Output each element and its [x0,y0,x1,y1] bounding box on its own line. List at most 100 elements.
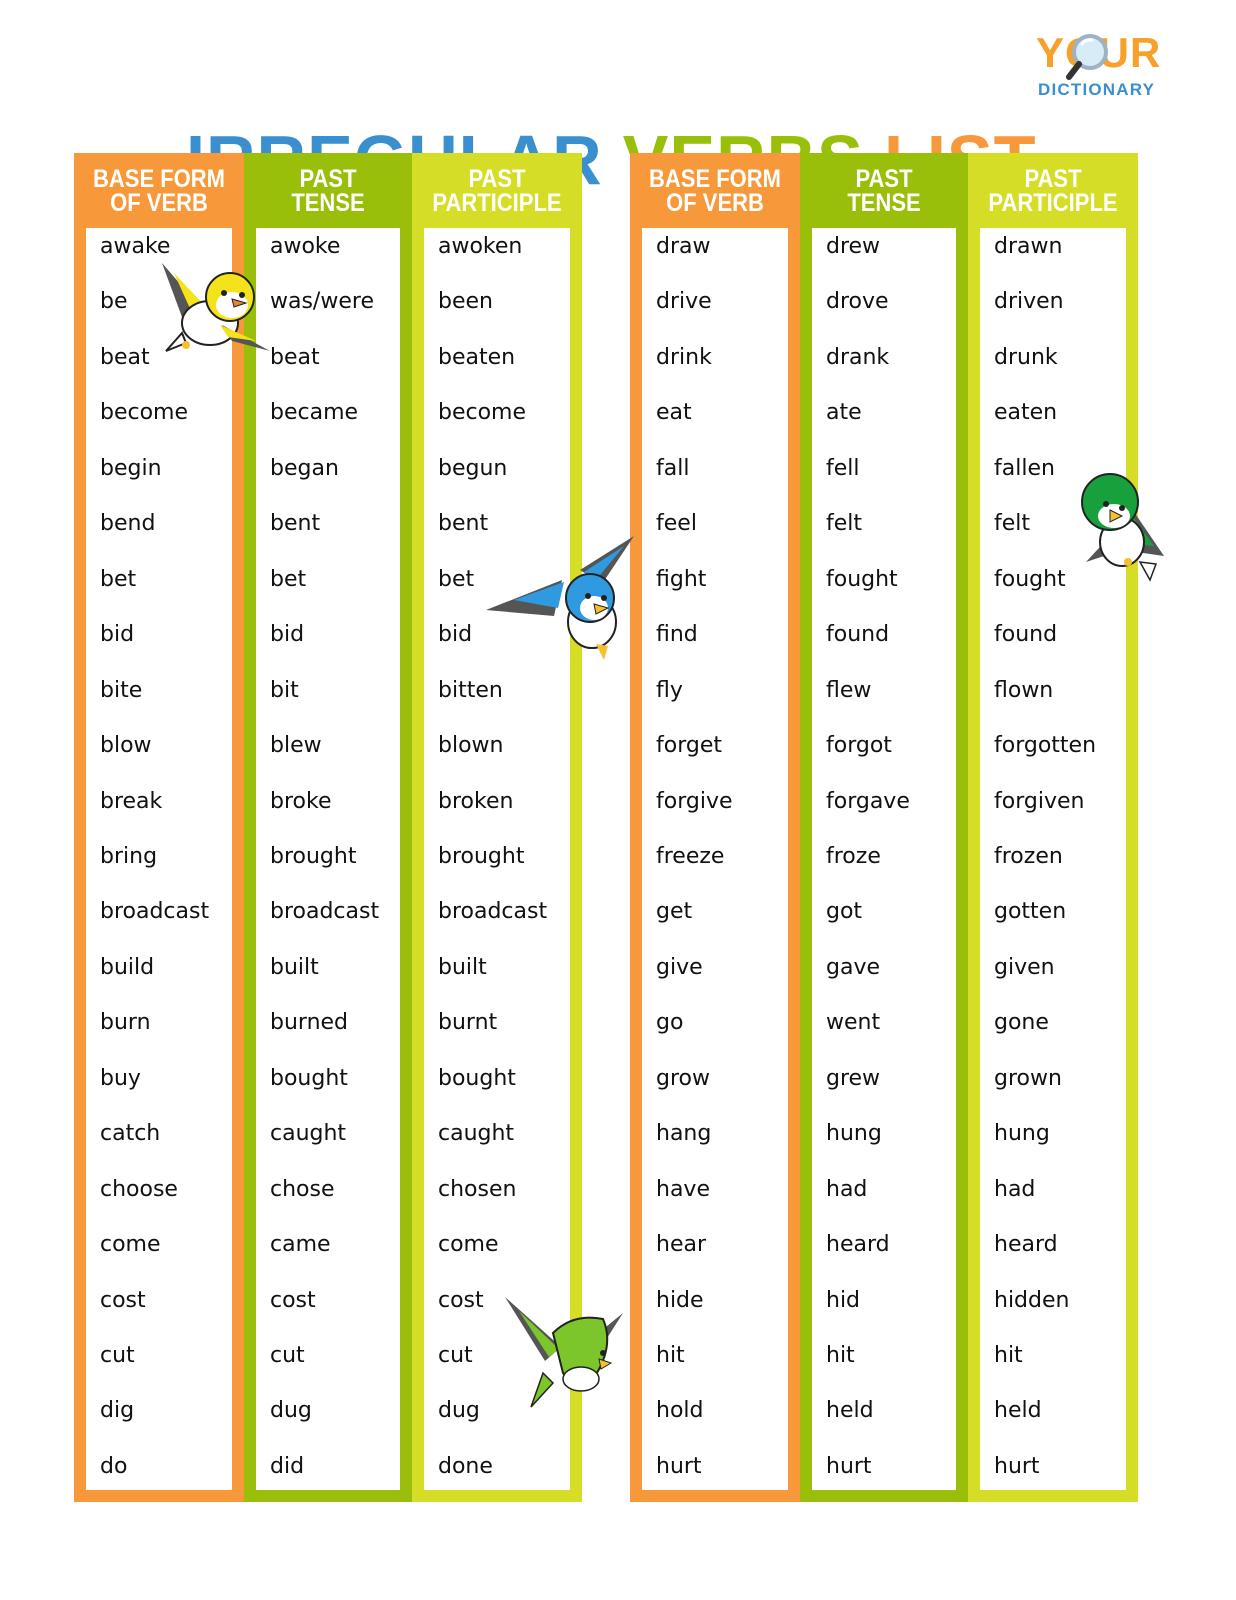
verb-cell-base: do [100,1453,128,1479]
verb-cell-past: bid [270,622,305,648]
column-past: PAST TENSE drew drove drank ate fell felt fough… [800,153,968,1502]
verb-cell-base: hit [656,1343,685,1368]
verb-cell-participle: bid [438,622,473,648]
verb-cell-participle: hung [994,1121,1050,1147]
verb-cell-participle: chosen [438,1176,517,1202]
verb-cell-base: give [656,954,703,980]
verb-cell-base: drink [656,344,712,370]
verb-cell-past: brought [270,843,357,869]
verb-cell-past: froze [826,843,881,869]
verb-cell-base: have [656,1176,710,1202]
verb-cell-past: broke [270,788,332,814]
verb-cell-base: freeze [656,843,725,869]
verb-cell-past: caught [270,1121,347,1147]
verb-cell-base: find [656,622,698,648]
verb-cell-base: hide [656,1287,704,1313]
verb-cell-participle: gone [994,1010,1049,1036]
verb-cell-participle: built [438,954,487,980]
verb-cell-past: ate [826,400,862,426]
verb-cell-base: build [100,954,155,980]
verb-cell-past: held [826,1398,874,1424]
column-header-base: BASE FORM OF VERB [93,165,225,217]
verb-cell-past: cost [270,1287,316,1313]
verb-cell-base: choose [100,1176,178,1202]
verb-cell-past: grew [826,1065,881,1091]
verb-cell-past: drank [826,344,890,370]
verb-cell-participle: bought [438,1065,516,1091]
verb-cell-participle: cut [438,1343,473,1368]
green-bird-icon [1081,473,1164,582]
verb-cell-participle: become [438,400,527,426]
verb-cell-participle: driven [994,289,1064,315]
verb-cell-base: go [656,1010,684,1036]
column-card-past: drew drove drank ate fell felt fought found flew… [812,228,956,1490]
verb-cell-past: chose [270,1176,335,1202]
verb-cell-past: forgave [826,788,910,814]
verb-cell-past: burned [270,1010,349,1036]
logo-text-dictionary: DICTIONARY [1038,80,1156,99]
verb-cell-base: feel [656,511,697,537]
verb-cell-base: hear [656,1232,707,1258]
verb-cell-base: hurt [656,1453,702,1479]
column-header-past: PAST TENSE [291,165,365,217]
verb-cell-base: forget [656,733,722,759]
verb-cell-participle: done [438,1453,493,1479]
verb-cell-past: fell [826,455,860,481]
verb-cell-participle: come [438,1232,499,1258]
verb-cell-base: bet [100,566,137,592]
yourdictionary-logo[interactable]: YOUR DICTIONARY [1036,30,1181,102]
column-card-past: awoke was/were beat became began bent bet bid bi… [256,228,400,1490]
blue-bird-icon [486,536,634,660]
verb-cell-past: got [826,899,863,925]
verb-cell-participle: broadcast [438,899,548,925]
verb-cell-participle: given [994,954,1055,980]
verb-cell-participle: burnt [438,1010,498,1036]
verb-cell-base: bend [100,511,156,537]
verb-cell-past: hung [826,1121,882,1147]
column-header-base: BASE FORM OF VERB [649,165,781,217]
column-header-participle: PAST PARTICIPLE [432,165,562,217]
column-base: BASE FORM OF VERB draw drive drink eat fall fe… [630,153,800,1502]
verb-cell-base: drive [656,289,712,315]
verb-cell-participle: frozen [994,843,1063,869]
verb-cell-past: felt [826,511,863,537]
column-header-participle: PAST PARTICIPLE [988,165,1118,217]
verb-cell-participle: beaten [438,344,516,370]
verb-cell-base: break [100,788,163,814]
verb-cell-past: drove [826,289,889,315]
verb-cell-base: hold [656,1398,704,1424]
verb-cell-participle: bet [438,566,475,592]
verb-cell-past: bet [270,566,307,592]
verb-cell-participle: bitten [438,677,503,703]
verb-cell-base: fight [656,566,707,592]
magnifier-icon [1066,34,1108,80]
verb-cell-past: became [270,400,359,426]
verb-cell-past: hit [826,1343,855,1368]
verb-cell-participle: fought [994,566,1066,592]
verb-table-right: BASE FORM OF VERB draw drive drink eat fall fe… [630,153,1138,1502]
verb-cell-participle: forgotten [994,733,1097,759]
verb-cell-participle: heard [994,1232,1058,1258]
verb-cell-participle: been [438,289,493,315]
verb-cell-base: bite [100,677,143,703]
column-card-base: draw drive drink eat fall feel fight find fly for… [642,228,788,1490]
verb-cell-past: bit [270,677,299,703]
verb-cell-past: broadcast [270,899,380,925]
verb-cell-base: buy [100,1065,141,1091]
verb-cell-past: forgot [826,733,892,759]
verb-cell-base: be [100,289,128,315]
verb-cell-past: went [826,1010,881,1036]
verb-cell-base: blow [100,733,152,759]
verb-cell-base: grow [656,1065,710,1091]
column-card-participle: drawn driven drunk eaten fallen felt fought fou… [980,228,1126,1490]
verb-cell-past: hurt [826,1453,872,1479]
verb-cell-base: dig [100,1398,135,1424]
verb-cell-past: came [270,1232,331,1258]
verb-cell-base: cut [100,1343,135,1368]
verb-cell-base: bid [100,622,135,648]
verb-cell-participle: bent [438,511,489,537]
verb-cell-past: had [826,1176,868,1202]
verb-cell-participle: felt [994,511,1031,537]
verb-cell-participle: gotten [994,899,1067,925]
verb-cell-past: fought [826,566,898,592]
